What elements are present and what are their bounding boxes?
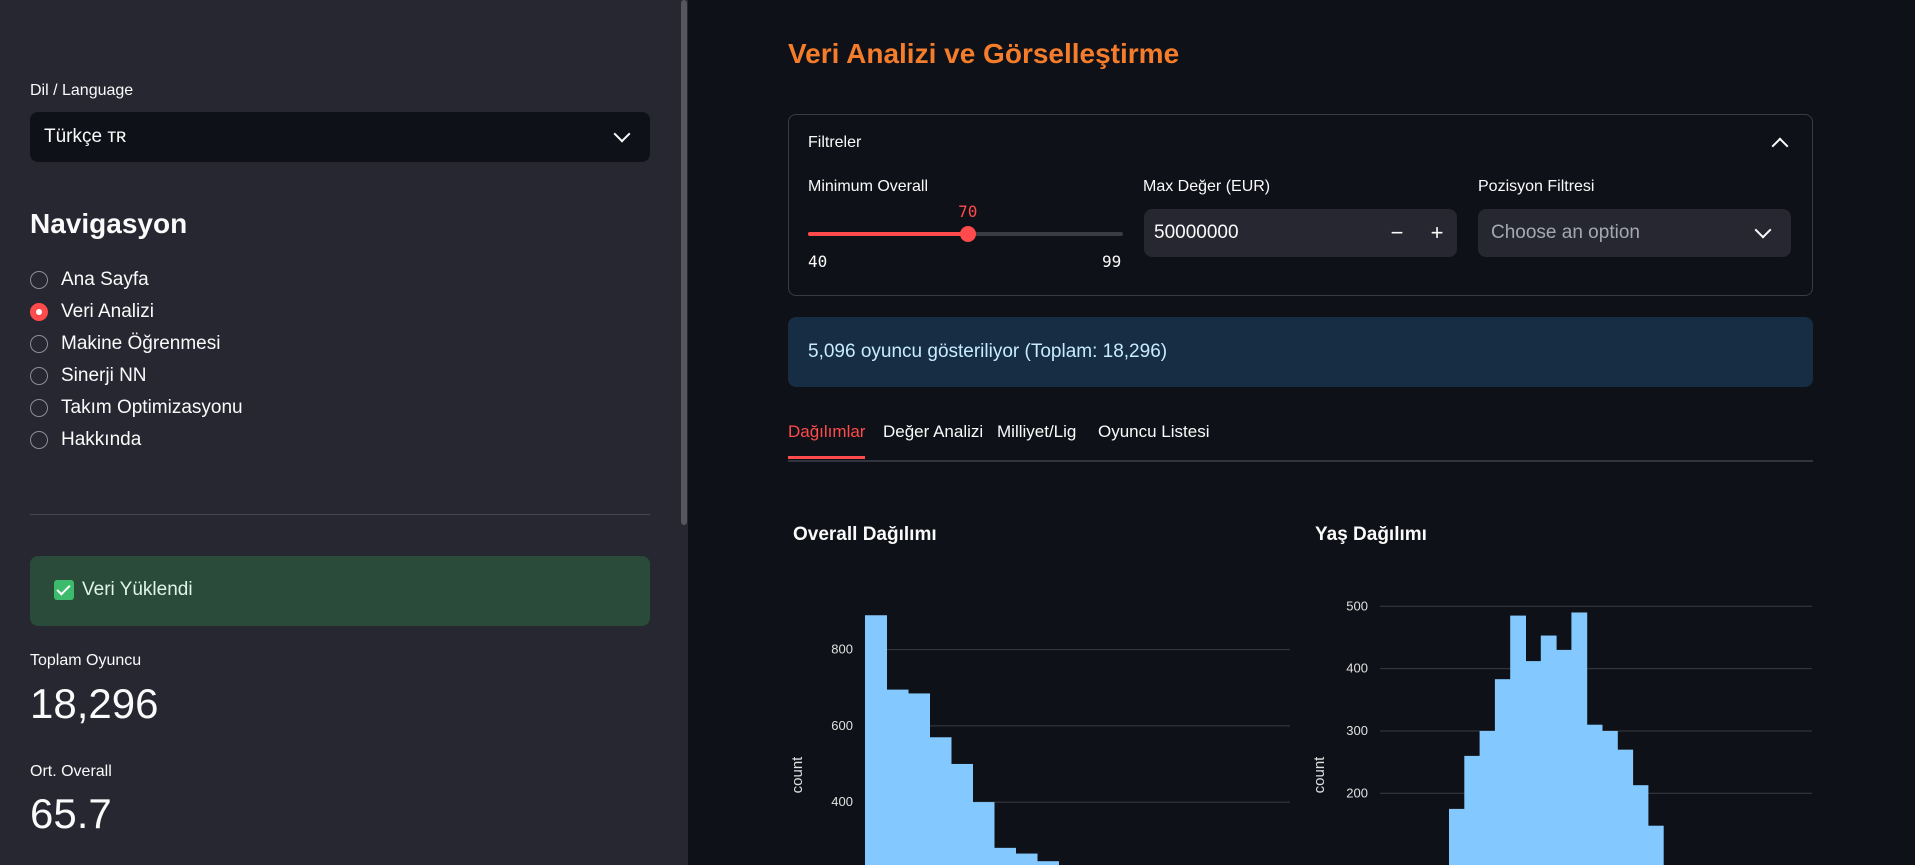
language-label: Dil / Language — [30, 82, 134, 99]
histogram-bar[interactable] — [1586, 724, 1603, 865]
y-tick-label: 500 — [1346, 600, 1368, 613]
histogram-bar[interactable] — [1449, 808, 1465, 865]
histogram-bar[interactable] — [1571, 612, 1588, 865]
slider-min: 40 — [808, 252, 828, 271]
histogram-bar[interactable] — [1525, 661, 1542, 865]
histogram-bar[interactable] — [1556, 649, 1572, 865]
chevron-down-icon — [613, 125, 631, 143]
nav-item-label: Veri Analizi — [61, 301, 154, 322]
max-value-input[interactable]: 50000000 − + — [1144, 209, 1457, 257]
tab-dagilimlar[interactable]: Dağılımlar — [788, 422, 866, 459]
chart-title: Yaş Dağılımı — [1315, 524, 1427, 545]
histogram-bar[interactable] — [1632, 785, 1649, 865]
histogram-bar[interactable] — [1464, 755, 1481, 865]
y-tick-label: 400 — [1346, 661, 1368, 676]
histogram-bar[interactable] — [951, 763, 973, 865]
histogram-bar[interactable] — [1602, 730, 1618, 865]
metric-label: Toplam Oyuncu — [30, 652, 142, 669]
radio-icon — [30, 399, 48, 417]
nav-item-label: Ana Sayfa — [61, 269, 149, 290]
radio-icon — [30, 431, 48, 449]
histogram-bar[interactable] — [908, 693, 930, 865]
min-overall-slider[interactable] — [808, 226, 1123, 242]
radio-icon — [30, 367, 48, 385]
info-alert: 5,096 oyuncu gösteriliyor (Toplam: 18,29… — [788, 317, 1813, 387]
y-tick-label: 200 — [1346, 785, 1368, 800]
radio-icon — [30, 271, 48, 289]
histogram-bar[interactable] — [1494, 679, 1511, 865]
check-icon — [54, 580, 74, 600]
sidebar-scrollbar[interactable] — [680, 0, 688, 865]
y-axis-label: count — [789, 756, 806, 794]
y-tick-label: 300 — [1346, 723, 1368, 738]
nav-item-makine-ogrenmesi[interactable]: Makine Öğrenmesi — [30, 330, 220, 358]
slider-value: 70 — [958, 202, 978, 221]
histogram-bar[interactable] — [1617, 749, 1634, 865]
tab-deger-analizi[interactable]: Değer Analizi — [883, 422, 983, 456]
language-select[interactable]: Türkçe ᴛʀ — [30, 112, 650, 162]
filters-header[interactable]: Filtreler — [808, 134, 861, 152]
status-text: Veri Yüklendi — [82, 579, 193, 600]
nav-item-label: Takım Optimizasyonu — [61, 397, 243, 418]
histogram-bar[interactable] — [1015, 853, 1038, 865]
nav-item-ana-sayfa[interactable]: Ana Sayfa — [30, 266, 149, 294]
sidebar: Dil / Language Türkçe ᴛʀ Navigasyon Ana … — [0, 0, 680, 865]
chevron-down-icon — [1754, 221, 1772, 239]
metric-label: Ort. Overall — [30, 763, 112, 780]
histogram-bar[interactable] — [972, 802, 995, 865]
radio-selected-icon — [30, 303, 48, 321]
nav-item-hakkinda[interactable]: Hakkında — [30, 426, 141, 454]
nav-item-sinerji-nn[interactable]: Sinerji NN — [30, 362, 147, 390]
nav-item-label: Sinerji NN — [61, 365, 147, 386]
sidebar-divider — [30, 514, 650, 515]
position-placeholder: Choose an option — [1491, 222, 1640, 243]
nav-item-veri-analizi[interactable]: Veri Analizi — [30, 298, 154, 326]
histogram-bar[interactable] — [1510, 615, 1526, 865]
slider-fill — [808, 232, 969, 236]
info-text: 5,096 oyuncu gösteriliyor (Toplam: 18,29… — [808, 341, 1168, 362]
nav-item-takim-optimizasyonu[interactable]: Takım Optimizasyonu — [30, 394, 243, 422]
overall-histogram: 400 600 800 count — [789, 615, 1290, 865]
nav-item-label: Hakkında — [61, 429, 142, 450]
scrollbar-thumb[interactable] — [681, 0, 687, 525]
y-tick-label: 600 — [831, 718, 853, 733]
position-select[interactable]: Choose an option — [1478, 209, 1791, 257]
histogram-bar[interactable] — [1037, 861, 1059, 865]
tab-oyuncu-listesi[interactable]: Oyuncu Listesi — [1098, 422, 1210, 456]
histogram-bar[interactable] — [994, 847, 1016, 865]
nav-item-label: Makine Öğrenmesi — [61, 333, 221, 354]
min-overall-label: Minimum Overall — [808, 178, 929, 195]
metric-value: 65.7 — [30, 790, 112, 837]
chart-title: Overall Dağılımı — [793, 524, 937, 545]
metric-value: 18,296 — [30, 680, 159, 727]
increment-button[interactable]: + — [1422, 219, 1452, 247]
tab-bar: Dağılımlar Değer Analizi Milliyet/Lig Oy… — [788, 420, 1813, 462]
histogram-bar[interactable] — [1540, 635, 1557, 865]
y-tick-label: 800 — [831, 642, 853, 657]
filters-expander — [788, 114, 1813, 296]
radio-icon — [30, 335, 48, 353]
histogram-bar[interactable] — [1479, 730, 1496, 865]
max-value-label: Max Değer (EUR) — [1143, 178, 1271, 195]
nav-title: Navigasyon — [30, 208, 188, 239]
status-alert: Veri Yüklendi — [30, 556, 650, 626]
language-value: Türkçe ᴛʀ — [44, 126, 127, 147]
y-tick-label: 400 — [831, 794, 853, 809]
y-axis-label: count — [1311, 756, 1328, 794]
page-title: Veri Analizi ve Görselleştirme — [788, 38, 1180, 69]
histogram-bar[interactable] — [886, 689, 909, 865]
tab-milliyet-lig[interactable]: Milliyet/Lig — [997, 422, 1076, 456]
histogram-bar[interactable] — [929, 737, 952, 865]
age-histogram: 200 300 400 500 count — [1311, 600, 1812, 865]
histogram-bar[interactable] — [1647, 825, 1664, 865]
decrement-button[interactable]: − — [1382, 219, 1412, 247]
position-filter-label: Pozisyon Filtresi — [1478, 178, 1595, 195]
max-value: 50000000 — [1154, 222, 1239, 243]
slider-max: 99 — [1102, 252, 1122, 271]
histogram-bar[interactable] — [865, 615, 887, 865]
